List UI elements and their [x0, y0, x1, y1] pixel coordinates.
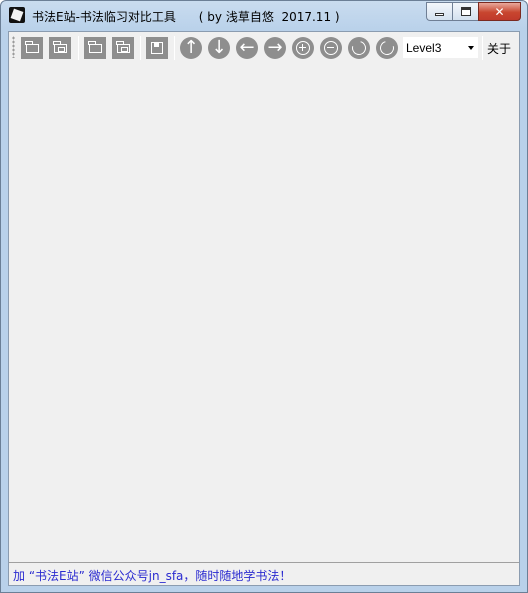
toolbar: ↑ ↓ ← → Level3 关于 [9, 32, 519, 63]
zoom-in-button[interactable] [292, 37, 314, 59]
chevron-down-icon[interactable] [468, 46, 474, 50]
minimize-icon [435, 13, 444, 16]
move-down-button[interactable]: ↓ [208, 37, 230, 59]
open-image-button[interactable] [21, 37, 43, 59]
arrow-left-icon: ← [239, 37, 255, 58]
app-calligraphy-icon[interactable] [9, 7, 25, 23]
about-button[interactable]: 关于 [487, 40, 511, 57]
open-compare-button[interactable] [49, 37, 71, 59]
arrow-up-icon: ↑ [183, 37, 199, 58]
zoom-out-button[interactable] [320, 37, 342, 59]
status-message: 加 “书法E站” 微信公众号jn_sfa，随时随地学书法！ [13, 569, 292, 583]
maximize-button[interactable] [452, 2, 478, 21]
rotate-cw-icon [349, 38, 369, 58]
caption-buttons: ✕ [426, 2, 521, 21]
close-button[interactable]: ✕ [478, 2, 521, 21]
toolbar-separator [482, 36, 483, 60]
window-title: 书法E站-书法临习对比工具 ( by 浅草自悠 2017.11 ) [32, 10, 340, 24]
compare-canvas[interactable] [9, 63, 519, 561]
level-select-value: Level3 [406, 40, 442, 55]
toolbar-separator [174, 36, 175, 60]
zoom-in-icon [296, 41, 310, 55]
arrow-right-icon: → [267, 37, 283, 58]
folder-icon [88, 40, 102, 53]
app-window: 书法E站-书法临习对比工具 ( by 浅草自悠 2017.11 ) ✕ ↑ ↓ … [0, 0, 528, 593]
close-icon: ✕ [494, 4, 505, 19]
toolbar-grip[interactable] [12, 36, 15, 58]
rotate-ccw-button[interactable] [376, 37, 398, 59]
move-up-button[interactable]: ↑ [180, 37, 202, 59]
title-bar[interactable]: 书法E站-书法临习对比工具 ( by 浅草自悠 2017.11 ) ✕ [1, 1, 527, 29]
save-icon [151, 42, 163, 54]
level-select[interactable]: Level3 [402, 36, 479, 59]
folder-compare-alt-icon [116, 40, 130, 53]
folder-compare-icon [53, 40, 67, 53]
arrow-down-icon: ↓ [211, 37, 227, 58]
maximize-icon [460, 7, 471, 16]
save-button[interactable] [146, 37, 168, 59]
open-folder-button[interactable] [84, 37, 106, 59]
toolbar-separator [78, 36, 79, 60]
rotate-ccw-icon [377, 38, 397, 58]
zoom-out-icon [324, 41, 338, 55]
move-right-button[interactable]: → [264, 37, 286, 59]
folder-open-icon [25, 40, 39, 53]
status-bar: 加 “书法E站” 微信公众号jn_sfa，随时随地学书法！ [9, 562, 519, 585]
client-area: ↑ ↓ ← → Level3 关于 加 “书法E站” 微信公众号jn_sfa，随… [8, 31, 520, 586]
toolbar-separator [140, 36, 141, 60]
minimize-button[interactable] [426, 2, 452, 21]
open-folder-compare-button[interactable] [112, 37, 134, 59]
rotate-cw-button[interactable] [348, 37, 370, 59]
move-left-button[interactable]: ← [236, 37, 258, 59]
